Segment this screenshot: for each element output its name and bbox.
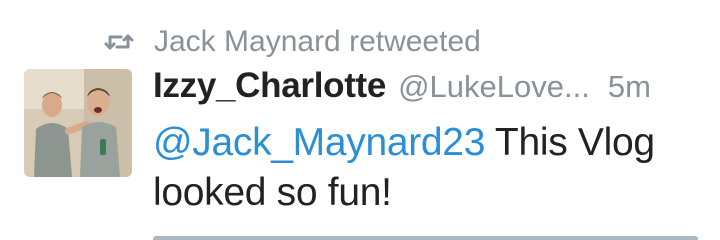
- avatar[interactable]: [24, 69, 132, 177]
- mention-link[interactable]: @Jack_Maynard23: [153, 121, 485, 164]
- retweet-icon: [104, 31, 134, 53]
- media-preview[interactable]: [153, 236, 698, 240]
- username-handle[interactable]: @LukeLove...: [398, 69, 590, 105]
- tweet-header: Izzy_Charlotte @LukeLove... 5m: [153, 66, 698, 112]
- retweeted-by-label[interactable]: Jack Maynard retweeted: [154, 25, 481, 59]
- tweet-card[interactable]: Jack Maynard retweeted Izzy_Charlotte @L…: [0, 0, 720, 240]
- timestamp[interactable]: 5m: [608, 69, 651, 105]
- display-name[interactable]: Izzy_Charlotte: [153, 66, 386, 106]
- tweet-body: @Jack_Maynard23 This Vlog looked so fun!: [153, 118, 698, 218]
- retweet-context: Jack Maynard retweeted: [104, 22, 481, 62]
